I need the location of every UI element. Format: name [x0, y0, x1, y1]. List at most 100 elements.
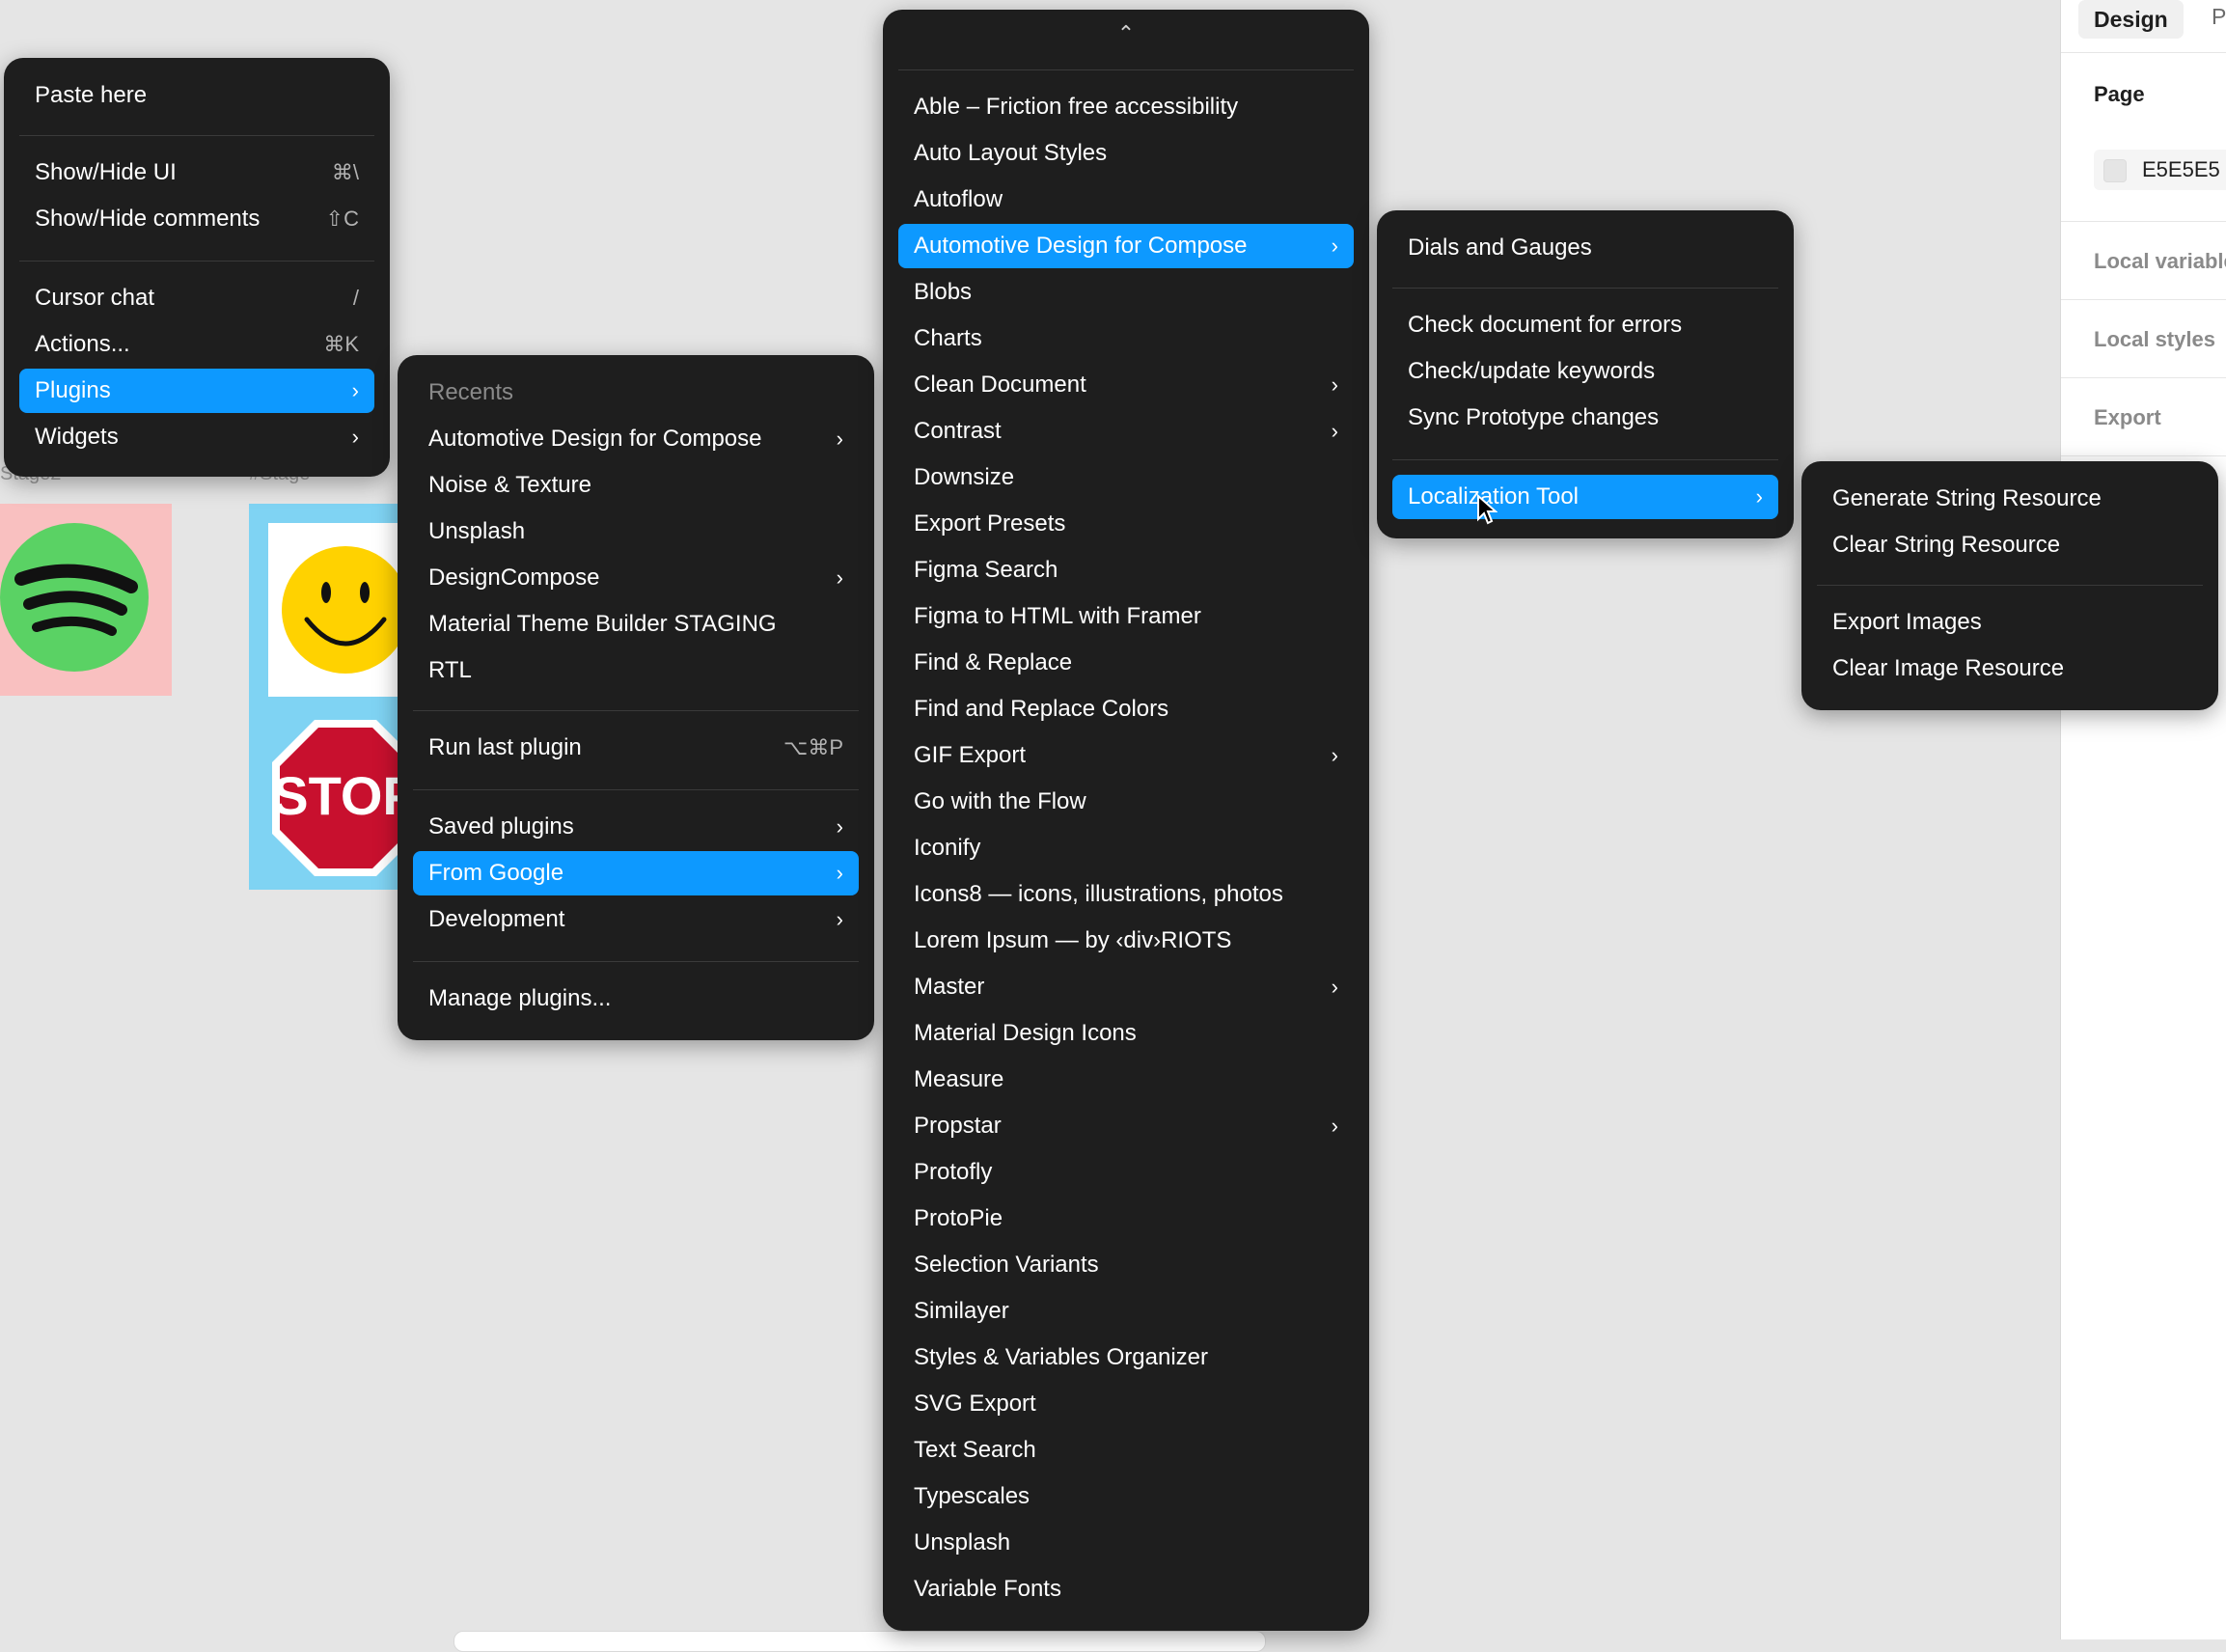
- menu-item-check-errors[interactable]: Check document for errors: [1392, 303, 1778, 347]
- google-plugin-item[interactable]: Text Search: [898, 1428, 1354, 1473]
- google-plugin-item[interactable]: Autoflow: [898, 178, 1354, 222]
- recent-plugin-item[interactable]: Automotive Design for Compose ›: [413, 417, 859, 461]
- menu-item-paste-here[interactable]: Paste here: [19, 73, 374, 118]
- menu-separator: [898, 69, 1354, 70]
- google-plugin-item[interactable]: Figma Search: [898, 548, 1354, 592]
- menu-separator: [413, 710, 859, 711]
- menu-item-check-keywords[interactable]: Check/update keywords: [1392, 349, 1778, 394]
- google-plugin-item[interactable]: Able – Friction free accessibility: [898, 85, 1354, 129]
- google-plugin-item[interactable]: Blobs: [898, 270, 1354, 315]
- spotify-icon: [0, 523, 149, 672]
- google-plugin-item[interactable]: GIF Export ›: [898, 733, 1354, 778]
- menu-item-cursor-chat[interactable]: Cursor chat /: [19, 276, 374, 320]
- google-plugin-item[interactable]: Find and Replace Colors: [898, 687, 1354, 731]
- google-plugin-item[interactable]: Clean Document ›: [898, 363, 1354, 407]
- menu-item-dials-and-gauges[interactable]: Dials and Gauges: [1392, 226, 1778, 270]
- recent-plugin-item[interactable]: Material Theme Builder STAGING: [413, 602, 859, 647]
- recent-plugin-item[interactable]: RTL: [413, 648, 859, 693]
- panel-tabs: Design P: [2061, 0, 2226, 53]
- local-variables-section[interactable]: Local variables: [2061, 222, 2226, 300]
- google-plugin-item[interactable]: Protofly: [898, 1150, 1354, 1195]
- menu-item-saved-plugins[interactable]: Saved plugins ›: [413, 805, 859, 849]
- recent-plugin-item[interactable]: DesignCompose ›: [413, 556, 859, 600]
- menu-item-show-hide-ui[interactable]: Show/Hide UI ⌘\: [19, 151, 374, 195]
- from-google-submenu: ⌃ Able – Friction free accessibility Auto…: [883, 10, 1369, 1631]
- google-plugin-item[interactable]: Lorem Ipsum — by ‹div›RIOTS: [898, 919, 1354, 963]
- google-plugin-item[interactable]: Propstar ›: [898, 1104, 1354, 1148]
- page-color-hex[interactable]: E5E5E5: [2142, 157, 2220, 182]
- menu-item-from-google[interactable]: From Google ›: [413, 851, 859, 895]
- design-panel: Design P Page E5E5E5 Local variables Loc…: [2060, 0, 2226, 1639]
- menu-item-generate-string-resource[interactable]: Generate String Resource: [1817, 477, 2203, 521]
- export-section[interactable]: Export: [2061, 378, 2226, 456]
- chevron-right-icon: ›: [836, 814, 843, 839]
- google-plugin-item[interactable]: Iconify: [898, 826, 1354, 870]
- google-plugin-item[interactable]: Go with the Flow: [898, 780, 1354, 824]
- page-section-title: Page: [2094, 82, 2145, 106]
- menu-separator: [1817, 585, 2203, 586]
- menu-item-clear-string-resource[interactable]: Clear String Resource: [1817, 523, 2203, 567]
- frame-stage[interactable]: STOP: [249, 504, 419, 890]
- chevron-right-icon: ›: [836, 427, 843, 451]
- chevron-right-icon: ›: [1331, 975, 1338, 999]
- google-plugin-item[interactable]: Figma to HTML with Framer: [898, 594, 1354, 639]
- stop-text: STOP: [272, 765, 418, 826]
- google-plugin-item[interactable]: Measure: [898, 1058, 1354, 1102]
- menu-item-show-hide-comments[interactable]: Show/Hide comments ⇧C: [19, 197, 374, 241]
- local-variables-label[interactable]: Local variables: [2094, 249, 2226, 274]
- chevron-right-icon: ›: [351, 425, 359, 449]
- export-label[interactable]: Export: [2094, 405, 2161, 430]
- menu-separator: [413, 961, 859, 962]
- menu-item-clear-image-resource[interactable]: Clear Image Resource: [1817, 647, 2203, 691]
- menu-item-run-last-plugin[interactable]: Run last plugin ⌥⌘P: [413, 726, 859, 770]
- google-plugin-item[interactable]: Variable Fonts: [898, 1567, 1354, 1611]
- google-plugin-item[interactable]: Master ›: [898, 965, 1354, 1009]
- recent-plugin-item[interactable]: Noise & Texture: [413, 463, 859, 508]
- google-plugin-item[interactable]: Auto Layout Styles: [898, 131, 1354, 176]
- menu-item-automotive-design[interactable]: Automotive Design for Compose ›: [898, 224, 1354, 268]
- google-plugin-item[interactable]: ProtoPie: [898, 1197, 1354, 1241]
- recent-plugin-item[interactable]: Unsplash: [413, 509, 859, 554]
- google-plugin-item[interactable]: Icons8 — icons, illustrations, photos: [898, 872, 1354, 917]
- google-plugin-item[interactable]: SVG Export: [898, 1382, 1354, 1426]
- menu-item-sync-prototype[interactable]: Sync Prototype changes: [1392, 396, 1778, 440]
- chevron-right-icon: ›: [1331, 743, 1338, 767]
- menu-item-localization-tool[interactable]: Localization Tool ›: [1392, 475, 1778, 519]
- canvas-context-menu: Paste here Show/Hide UI ⌘\ Show/Hide com…: [4, 58, 390, 477]
- localization-submenu: Generate String Resource Clear String Re…: [1801, 461, 2218, 710]
- frame-stage2[interactable]: [0, 504, 172, 696]
- local-styles-label[interactable]: Local styles: [2094, 327, 2215, 352]
- google-plugin-item[interactable]: Find & Replace: [898, 641, 1354, 685]
- automotive-submenu: Dials and Gauges Check document for erro…: [1377, 210, 1794, 538]
- menu-item-manage-plugins[interactable]: Manage plugins...: [413, 977, 859, 1021]
- menu-item-export-images[interactable]: Export Images: [1817, 600, 2203, 645]
- menu-item-plugins[interactable]: Plugins ›: [19, 369, 374, 413]
- google-plugin-item[interactable]: Contrast ›: [898, 409, 1354, 454]
- menu-item-actions[interactable]: Actions... ⌘K: [19, 322, 374, 367]
- shortcut-text: ⌥⌘P: [783, 735, 843, 759]
- menu-item-development[interactable]: Development ›: [413, 897, 859, 942]
- tab-design[interactable]: Design: [2078, 0, 2184, 39]
- chevron-right-icon: ›: [1331, 419, 1338, 443]
- bottom-toolbar: [453, 1631, 1266, 1652]
- google-plugin-item[interactable]: Export Presets: [898, 502, 1354, 546]
- google-plugin-item[interactable]: Similayer: [898, 1289, 1354, 1334]
- tab-prototype[interactable]: P: [2212, 4, 2226, 30]
- menu-item-widgets[interactable]: Widgets ›: [19, 415, 374, 459]
- chevron-right-icon: ›: [1331, 372, 1338, 397]
- mouse-cursor-icon: [1477, 494, 1498, 525]
- page-color-swatch[interactable]: [2103, 159, 2127, 182]
- scroll-up-arrow[interactable]: ⌃: [883, 21, 1369, 46]
- google-plugin-item[interactable]: Unsplash: [898, 1521, 1354, 1565]
- google-plugin-item[interactable]: Charts: [898, 317, 1354, 361]
- local-styles-section[interactable]: Local styles: [2061, 300, 2226, 378]
- google-plugin-item[interactable]: Styles & Variables Organizer: [898, 1335, 1354, 1380]
- google-plugin-item[interactable]: Downsize: [898, 455, 1354, 500]
- google-plugin-item[interactable]: Typescales: [898, 1474, 1354, 1519]
- google-plugin-item[interactable]: Selection Variants: [898, 1243, 1354, 1287]
- page-color-field[interactable]: E5E5E5: [2094, 150, 2226, 190]
- chevron-right-icon: ›: [1331, 234, 1338, 258]
- chevron-right-icon: ›: [836, 861, 843, 885]
- menu-separator: [1392, 459, 1778, 460]
- google-plugin-item[interactable]: Material Design Icons: [898, 1011, 1354, 1056]
